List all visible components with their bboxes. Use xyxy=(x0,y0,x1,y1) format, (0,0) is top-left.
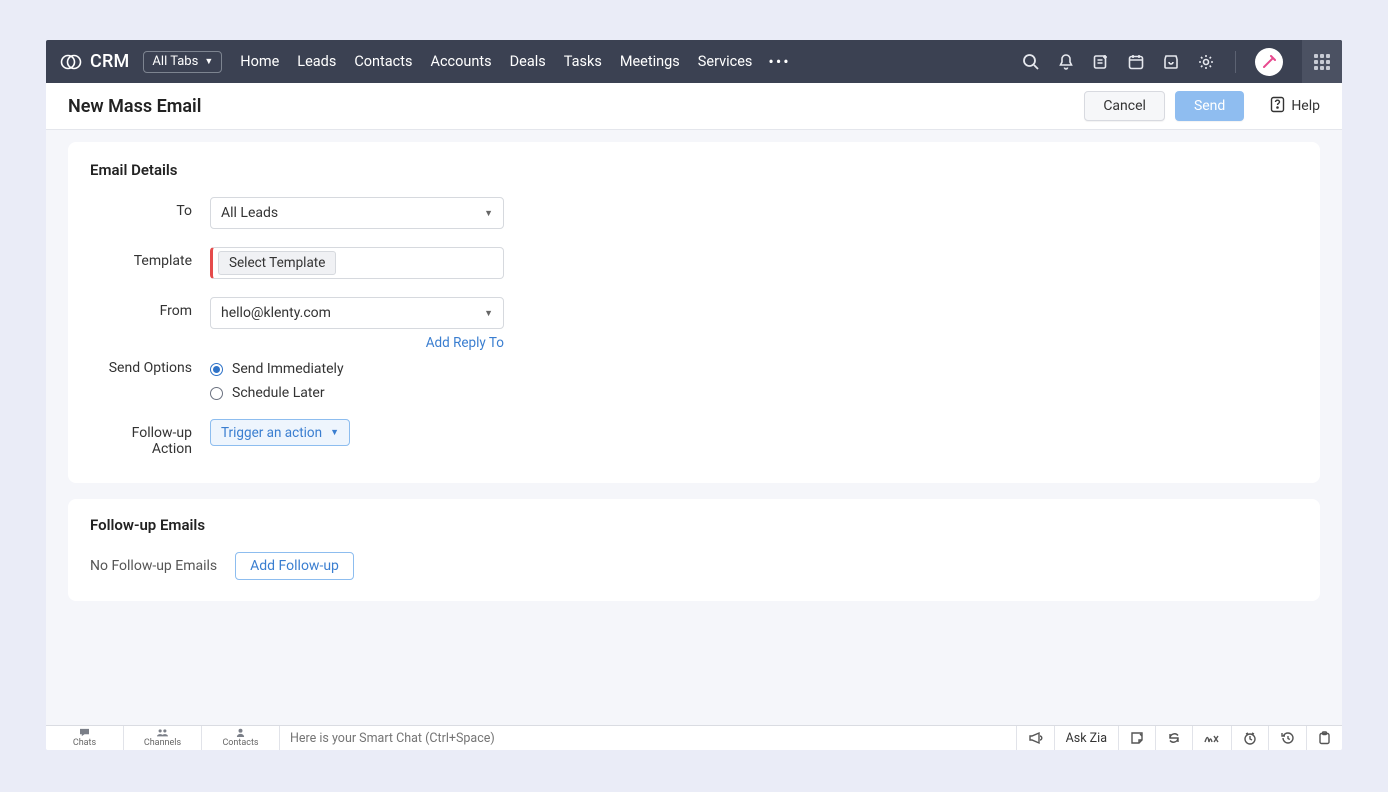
nav-home[interactable]: Home xyxy=(240,53,279,70)
page-title: New Mass Email xyxy=(68,96,201,117)
chevron-down-icon: ▼ xyxy=(204,56,213,67)
trigger-action-label: Trigger an action xyxy=(221,425,322,441)
radio-schedule-later[interactable]: Schedule Later xyxy=(210,385,504,401)
search-icon[interactable] xyxy=(1021,52,1041,72)
to-value: All Leads xyxy=(221,205,278,221)
bottom-bar: Chats Channels Contacts Ask Zia xyxy=(46,725,1342,750)
template-label: Template xyxy=(90,247,210,269)
nav-services[interactable]: Services xyxy=(698,53,753,70)
chevron-down-icon: ▼ xyxy=(484,308,493,319)
vertical-divider xyxy=(1235,51,1236,73)
from-value: hello@klenty.com xyxy=(221,305,331,321)
smart-chat-input[interactable] xyxy=(280,726,1016,750)
nav-items: Home Leads Contacts Accounts Deals Tasks… xyxy=(240,53,752,70)
bottom-tab-channels[interactable]: Channels xyxy=(124,726,202,750)
nav-more-icon[interactable]: ••• xyxy=(768,52,790,71)
to-select[interactable]: All Leads ▼ xyxy=(210,197,504,229)
signature-icon[interactable] xyxy=(1192,726,1231,750)
history-icon[interactable] xyxy=(1268,726,1306,750)
help-link[interactable]: Help xyxy=(1270,96,1320,117)
marketplace-icon[interactable] xyxy=(1161,52,1181,72)
page-header: New Mass Email Cancel Send Help xyxy=(46,83,1342,130)
add-followup-button[interactable]: Add Follow-up xyxy=(235,552,354,580)
send-options-label: Send Options xyxy=(90,357,210,376)
add-reply-to-link[interactable]: Add Reply To xyxy=(426,335,504,351)
email-details-title: Email Details xyxy=(90,161,1298,179)
nav-accounts[interactable]: Accounts xyxy=(431,53,492,70)
from-select[interactable]: hello@klenty.com ▼ xyxy=(210,297,504,329)
radio-checked-icon xyxy=(210,363,223,376)
radio-unchecked-icon xyxy=(210,387,223,400)
template-field: Select Template xyxy=(210,247,504,279)
from-label: From xyxy=(90,297,210,319)
radio-send-immediately[interactable]: Send Immediately xyxy=(210,361,504,377)
followup-emails-title: Follow-up Emails xyxy=(90,516,1298,534)
brand-name: CRM xyxy=(90,51,129,72)
nav-leads[interactable]: Leads xyxy=(297,53,336,70)
to-label: To xyxy=(90,197,210,219)
crm-logo-icon xyxy=(60,54,82,70)
nav-deals[interactable]: Deals xyxy=(510,53,546,70)
select-template-button[interactable]: Select Template xyxy=(218,251,336,275)
top-nav: CRM All Tabs ▼ Home Leads Contacts Accou… xyxy=(46,40,1342,83)
user-avatar[interactable] xyxy=(1255,48,1283,76)
chevron-down-icon: ▼ xyxy=(484,208,493,219)
nav-contacts[interactable]: Contacts xyxy=(354,53,412,70)
clipboard-icon[interactable] xyxy=(1306,726,1342,750)
contacts-label: Contacts xyxy=(222,738,258,748)
no-followup-text: No Follow-up Emails xyxy=(90,558,217,574)
tabs-selector[interactable]: All Tabs ▼ xyxy=(143,51,222,73)
ask-zia-button[interactable]: Ask Zia xyxy=(1054,726,1118,750)
email-details-card: Email Details To All Leads ▼ Template Se… xyxy=(68,142,1320,483)
sticky-note-icon[interactable] xyxy=(1118,726,1155,750)
nav-meetings[interactable]: Meetings xyxy=(620,53,680,70)
chats-label: Chats xyxy=(73,738,96,748)
chevron-down-icon: ▼ xyxy=(330,427,339,438)
bottom-tab-contacts[interactable]: Contacts xyxy=(202,726,280,750)
calendar-icon[interactable] xyxy=(1126,52,1146,72)
nav-tasks[interactable]: Tasks xyxy=(564,53,602,70)
help-icon xyxy=(1270,96,1285,117)
send-immediately-label: Send Immediately xyxy=(232,361,344,377)
send-button[interactable]: Send xyxy=(1175,91,1244,121)
bell-icon[interactable] xyxy=(1056,52,1076,72)
tabs-selector-label: All Tabs xyxy=(152,54,198,69)
trigger-action-button[interactable]: Trigger an action ▼ xyxy=(210,419,350,446)
apps-grid-icon[interactable] xyxy=(1302,40,1342,83)
clock-icon[interactable] xyxy=(1231,726,1268,750)
cancel-button[interactable]: Cancel xyxy=(1084,91,1165,121)
followup-emails-card: Follow-up Emails No Follow-up Emails Add… xyxy=(68,499,1320,601)
gear-icon[interactable] xyxy=(1196,52,1216,72)
bottom-tab-chats[interactable]: Chats xyxy=(46,726,124,750)
sync-icon[interactable] xyxy=(1155,726,1192,750)
help-label: Help xyxy=(1291,98,1320,114)
channels-label: Channels xyxy=(144,738,181,748)
announce-icon[interactable] xyxy=(1016,726,1054,750)
add-note-icon[interactable] xyxy=(1091,52,1111,72)
followup-action-label: Follow-up Action xyxy=(90,419,210,457)
schedule-later-label: Schedule Later xyxy=(232,385,325,401)
